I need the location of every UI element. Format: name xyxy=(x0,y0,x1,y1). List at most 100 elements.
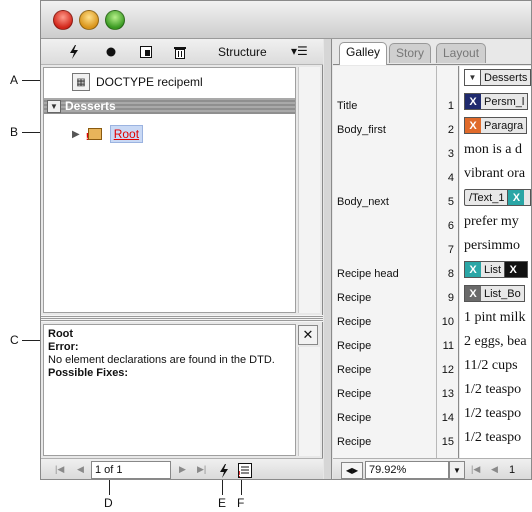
line-number: 15 xyxy=(441,436,454,448)
callout-c-line xyxy=(22,340,40,341)
pane-splitter[interactable] xyxy=(41,315,323,322)
zoom-field[interactable]: 79.92% xyxy=(365,461,449,479)
tag-chip-dark[interactable]: X xyxy=(505,261,529,278)
validation-info-icon[interactable]: ! xyxy=(237,462,253,479)
line-number: 7 xyxy=(447,244,454,256)
story-line-12: 11/2 cups xyxy=(464,358,518,373)
story-line-1: X Persm_l xyxy=(464,90,529,114)
tag-chip-list[interactable]: X List xyxy=(464,261,506,278)
trash-icon[interactable] xyxy=(171,43,189,61)
story-line-3: mon is a d xyxy=(464,142,522,157)
close-info-icon[interactable]: ✕ xyxy=(298,325,318,345)
doctype-icon: ▦ xyxy=(72,73,90,91)
tab-layout[interactable]: Layout xyxy=(436,43,487,63)
line-number: 3 xyxy=(447,148,454,160)
tag-chip-teal[interactable]: X xyxy=(508,189,531,206)
line-number: 5 xyxy=(447,196,454,208)
callout-f-line xyxy=(241,480,242,495)
line-number xyxy=(434,70,454,94)
line-number: 10 xyxy=(441,316,454,328)
story-line-14: 1/2 teaspo xyxy=(464,406,522,421)
panel-menu-icon[interactable]: ▾☰ xyxy=(291,44,308,58)
lightning-icon[interactable] xyxy=(65,43,83,61)
story-line-8: X List X xyxy=(464,258,529,282)
section-bar-label: Desserts xyxy=(65,99,116,113)
split-view-icon[interactable]: ◀▶ xyxy=(341,462,363,479)
info-fixes-heading: Possible Fixes: xyxy=(48,367,129,379)
first-page-icon[interactable]: |◀ xyxy=(471,464,480,475)
root-element-label[interactable]: Root xyxy=(109,125,144,143)
paragraph-style-label: Body_first xyxy=(337,124,386,136)
callout-d-line xyxy=(109,480,110,495)
dot-icon[interactable] xyxy=(102,43,120,61)
line-number: 8 xyxy=(447,268,454,280)
tag-chip-paragraph[interactable]: X Paragra xyxy=(464,117,528,134)
zoom-window-button[interactable] xyxy=(105,10,125,30)
paragraph-style-label: Recipe xyxy=(337,340,372,352)
validation-info-panel: Root Error: No element declarations are … xyxy=(43,324,296,456)
story-line-6: prefer my xyxy=(464,214,519,229)
pane-divider[interactable] xyxy=(324,39,332,479)
first-error-icon[interactable]: |◀ xyxy=(55,464,64,475)
validation-bar: |◀ ◀ 1 of 1 ▶ ▶| ! xyxy=(41,458,323,479)
prev-error-icon[interactable]: ◀ xyxy=(77,464,84,475)
next-error-icon[interactable]: ▶ xyxy=(179,464,186,475)
story-line-4: vibrant ora xyxy=(464,166,526,181)
error-page-field[interactable]: 1 of 1 xyxy=(91,461,171,479)
add-tag-icon[interactable] xyxy=(137,43,155,61)
line-number: 14 xyxy=(441,412,454,424)
tab-galley[interactable]: Galley xyxy=(339,42,388,65)
tag-x-icon: X xyxy=(465,262,481,277)
line-number: 1 xyxy=(447,100,454,112)
info-error-message: No element declarations are found in the… xyxy=(48,354,275,366)
prev-page-icon[interactable]: ◀ xyxy=(491,464,498,475)
callout-c: C xyxy=(10,333,19,347)
line-number: 13 xyxy=(441,388,454,400)
tag-chip-text1[interactable]: /Text_1 xyxy=(464,189,509,206)
collapse-triangle-icon[interactable]: ▼ xyxy=(47,99,61,113)
tag-x-icon: X xyxy=(465,94,481,109)
close-window-button[interactable] xyxy=(53,10,73,30)
structure-toolbar: Structure ▾☰ xyxy=(41,39,323,65)
structure-pane: Structure ▾☰ ▦ DOCTYPE recipeml ▼ Desser… xyxy=(41,39,323,479)
validate-lightning-icon[interactable] xyxy=(216,462,232,479)
story-line-13: 1/2 teaspo xyxy=(464,382,522,397)
story-line-9: X List_Bo xyxy=(464,282,525,306)
root-element-row[interactable]: ▶ ! Root xyxy=(72,124,144,144)
tag-chip-listbody[interactable]: X List_Bo xyxy=(464,285,525,302)
line-number-column: 1 2 3 4 5 6 7 8 9 10 11 12 13 14 15 xyxy=(437,66,459,458)
story-line-10: 1 pint milk xyxy=(464,310,526,325)
tag-x-icon: X xyxy=(465,118,481,133)
paragraph-style-column: Title Body_first Body_next Recipe head Recip… xyxy=(333,66,437,458)
callout-e: E xyxy=(218,496,227,510)
info-error-heading: Error: xyxy=(48,341,79,353)
story-line-15: 1/2 teaspo xyxy=(464,430,522,445)
paragraph-style-label: Title xyxy=(337,100,358,112)
tree-scrollbar[interactable] xyxy=(298,67,320,313)
callout-d: D xyxy=(104,496,113,510)
story-text-area[interactable]: ▼ Desserts X Persm_l X Paragra mon is a d v… xyxy=(460,66,531,458)
line-number: 6 xyxy=(447,220,454,232)
info-scrollbar[interactable] xyxy=(298,347,320,456)
minimize-window-button[interactable] xyxy=(79,10,99,30)
story-line-2: X Paragra xyxy=(464,114,528,138)
structure-title: Structure xyxy=(218,45,267,59)
tag-chip-persm[interactable]: X Persm_l xyxy=(464,93,529,110)
view-tabs: Galley Story Layout xyxy=(333,39,531,65)
section-bar[interactable]: ▼ Desserts xyxy=(44,98,295,114)
story-line-11: 2 eggs, bea xyxy=(464,334,527,349)
element-warning-icon: ! xyxy=(86,125,104,143)
line-number: 9 xyxy=(447,292,454,304)
tag-x-icon: X xyxy=(508,190,525,205)
expand-arrow-icon[interactable]: ▶ xyxy=(72,129,80,140)
tag-chip-desserts[interactable]: ▼ Desserts xyxy=(464,69,531,86)
doctype-row[interactable]: ▦ DOCTYPE recipeml xyxy=(72,72,203,92)
story-page-indicator: 1 xyxy=(509,464,516,476)
zoom-dropdown-icon[interactable]: ▼ xyxy=(449,461,465,479)
story-line-0: ▼ Desserts xyxy=(464,66,531,90)
tag-x-icon: X xyxy=(505,262,522,277)
last-error-icon[interactable]: ▶| xyxy=(197,464,206,475)
callout-a: A xyxy=(10,73,19,87)
tab-story[interactable]: Story xyxy=(389,43,432,63)
line-number: 2 xyxy=(447,124,454,136)
